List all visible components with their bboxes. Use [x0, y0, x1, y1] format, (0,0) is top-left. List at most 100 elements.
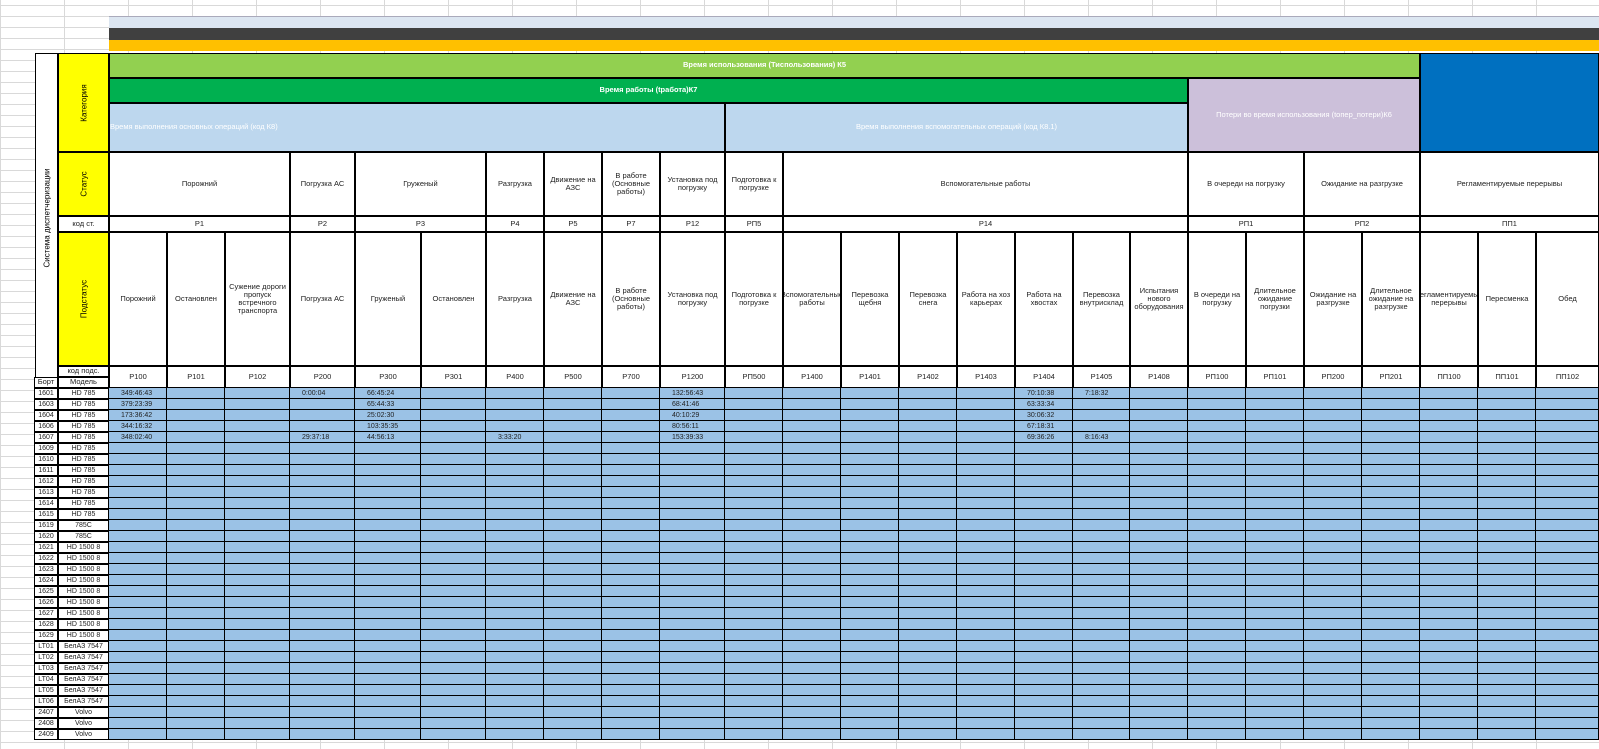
table-cell [1073, 421, 1130, 432]
table-cell: 68:41:46 [660, 399, 725, 410]
table-cell [355, 465, 421, 476]
table-cell [1246, 476, 1304, 487]
band-main-ops: Время выполнения основных операций (код … [109, 103, 725, 152]
table-cell [1420, 454, 1478, 465]
table-cell [421, 696, 486, 707]
table-cell [1478, 597, 1536, 608]
bort-cell: LT01 [34, 641, 58, 652]
table-cell [783, 531, 841, 542]
table-cell [1073, 487, 1130, 498]
table-cell [109, 564, 167, 575]
table-cell [486, 498, 544, 509]
model-cell: HD 785 [58, 487, 109, 498]
table-cell: 0:00:04 [290, 388, 355, 399]
table-cell [167, 575, 225, 586]
table-cell [1362, 586, 1420, 597]
substatus-cell: Остановлен [421, 232, 486, 366]
table-cell [957, 608, 1015, 619]
table-cell [355, 531, 421, 542]
model-cell: Volvo [58, 707, 109, 718]
table-cell [486, 641, 544, 652]
table-cell [1420, 619, 1478, 630]
table-cell [1246, 685, 1304, 696]
bort-cell: 1603 [34, 399, 58, 410]
table-cell [957, 399, 1015, 410]
table-cell [1130, 454, 1188, 465]
table-cell [660, 696, 725, 707]
table-cell [109, 476, 167, 487]
table-cell [355, 641, 421, 652]
table-cell [109, 531, 167, 542]
table-cell [602, 432, 660, 443]
table-cell [841, 630, 899, 641]
status-code-cell: ПП1 [1420, 216, 1599, 232]
table-cell [1478, 542, 1536, 553]
table-cell [1420, 520, 1478, 531]
table-cell [355, 619, 421, 630]
table-cell [421, 674, 486, 685]
table-cell [355, 542, 421, 553]
table-cell [1015, 520, 1073, 531]
table-cell [957, 685, 1015, 696]
table-cell [725, 454, 783, 465]
table-cell [544, 498, 602, 509]
table-cell [841, 498, 899, 509]
table-cell: 8:16:43 [1073, 432, 1130, 443]
table-cell [1015, 454, 1073, 465]
table-cell [957, 465, 1015, 476]
table-cell [486, 454, 544, 465]
table-cell [841, 718, 899, 729]
table-cell [225, 575, 290, 586]
table-cell [1304, 487, 1362, 498]
table-cell [783, 432, 841, 443]
table-cell [602, 487, 660, 498]
table-cell [899, 465, 957, 476]
table-cell [225, 608, 290, 619]
table-cell [602, 399, 660, 410]
table-cell [290, 498, 355, 509]
table-cell [1073, 674, 1130, 685]
table-cell [1073, 630, 1130, 641]
bort-cell: 1627 [34, 608, 58, 619]
table-cell [725, 652, 783, 663]
table-cell [544, 696, 602, 707]
status-code-cell: P1 [109, 216, 290, 232]
table-cell [783, 696, 841, 707]
table-cell [660, 608, 725, 619]
substatus-cell: Работа на хвостах [1015, 232, 1073, 366]
bort-cell: 1623 [34, 564, 58, 575]
table-cell [109, 729, 167, 740]
substatus-cell: Погрузка АС [290, 232, 355, 366]
table-cell [841, 520, 899, 531]
table-cell [841, 432, 899, 443]
table-cell [421, 564, 486, 575]
table-cell [783, 520, 841, 531]
table-cell [602, 476, 660, 487]
table-cell [1130, 542, 1188, 553]
table-cell [109, 707, 167, 718]
table-cell [109, 630, 167, 641]
table-cell [290, 674, 355, 685]
table-cell [1130, 432, 1188, 443]
table-cell [1246, 630, 1304, 641]
table-cell [660, 520, 725, 531]
bort-cell: LT03 [34, 663, 58, 674]
table-cell [109, 454, 167, 465]
table-cell [1420, 685, 1478, 696]
table-cell [421, 718, 486, 729]
table-cell [1246, 388, 1304, 399]
substatus-code-cell: РП201 [1362, 366, 1420, 388]
table-cell [486, 696, 544, 707]
table-cell [486, 619, 544, 630]
table-cell [486, 597, 544, 608]
table-cell [290, 531, 355, 542]
table-cell [486, 707, 544, 718]
table-cell [544, 399, 602, 410]
table-cell [109, 641, 167, 652]
table-cell [1073, 465, 1130, 476]
code-substatus-label: код подс. [58, 366, 109, 377]
table-cell [1362, 487, 1420, 498]
table-cell [486, 443, 544, 454]
table-cell: 379:23:39 [109, 399, 167, 410]
table-cell [1073, 619, 1130, 630]
